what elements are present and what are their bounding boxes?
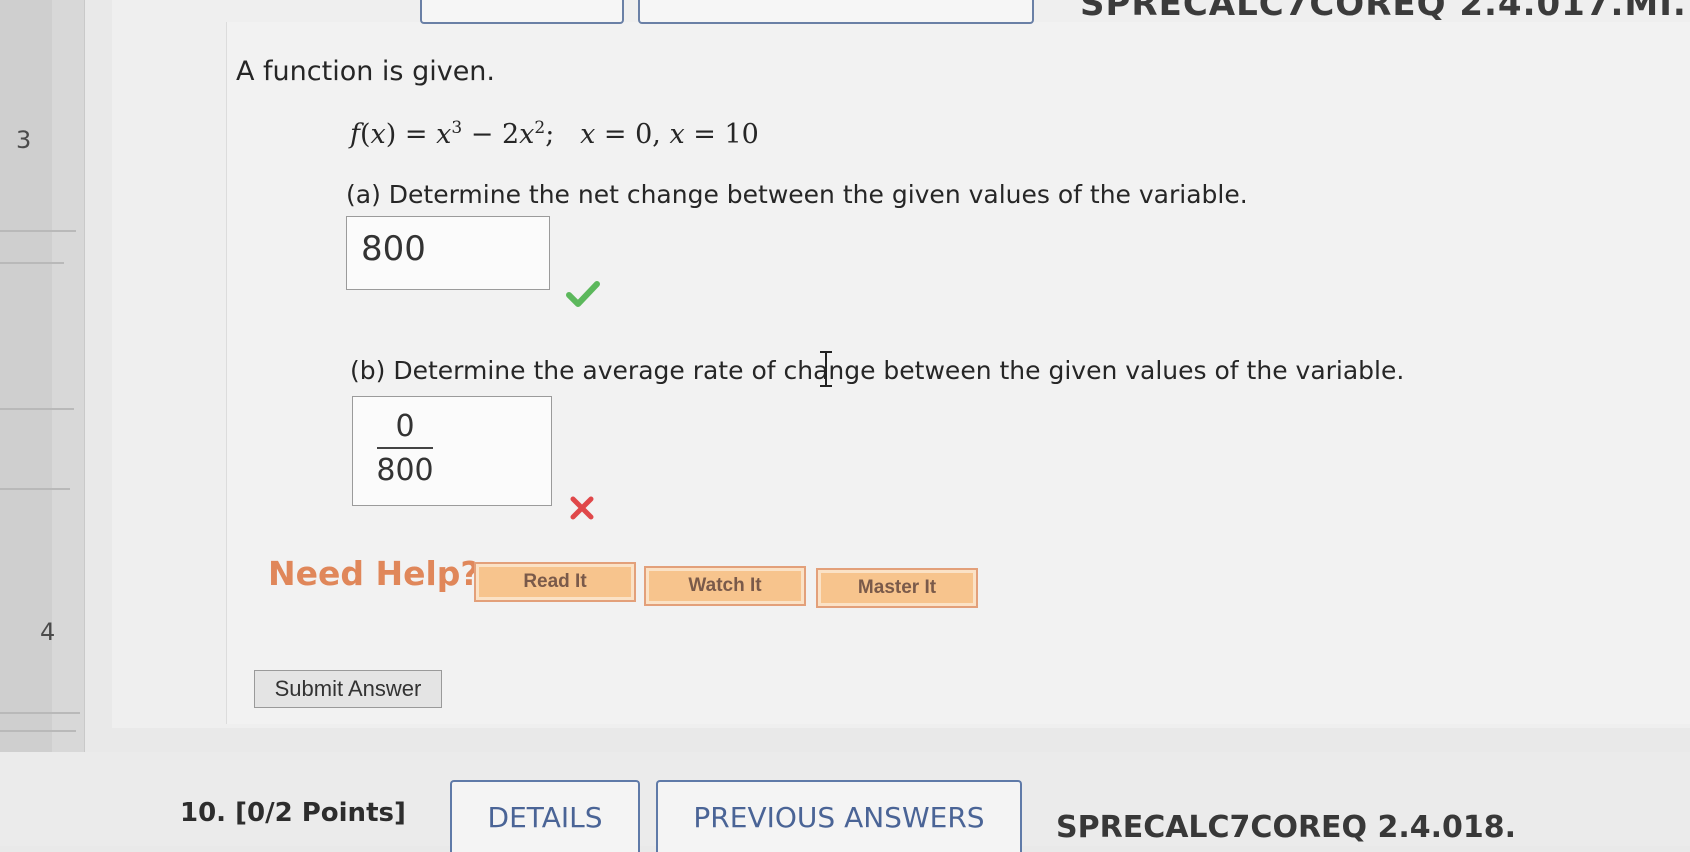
question-code-top: SPRECALC7COREQ 2.4.017.MI.: [1080, 0, 1687, 24]
question-prompt: A function is given.: [236, 56, 496, 87]
read-it-button[interactable]: Read It: [474, 562, 636, 602]
next-question-code: SPRECALC7COREQ 2.4.018.: [1056, 810, 1517, 845]
watch-it-button[interactable]: Watch It: [644, 566, 806, 606]
text-cursor-icon: [820, 351, 832, 387]
function-expression-text: f(x) = x3 − 2x2; x = 0, x = 10: [350, 118, 759, 150]
previous-answers-tab[interactable]: PREVIOUS ANSWERS: [656, 780, 1022, 852]
gutter-divider: [0, 488, 70, 490]
need-help-label: Need Help?: [268, 554, 480, 593]
next-question-points: 10. [0/2 Points]: [180, 798, 406, 828]
details-tab[interactable]: DETAILS: [450, 780, 640, 852]
previous-answers-tab-top[interactable]: [638, 0, 1034, 24]
part-a-answer-value: 800: [361, 229, 426, 269]
part-b-denominator: 800: [376, 453, 434, 488]
gutter-divider: [0, 408, 74, 410]
part-b-answer-field[interactable]: 0 800: [352, 396, 552, 506]
cross-icon: [570, 496, 594, 520]
master-it-button[interactable]: Master It: [816, 568, 978, 608]
part-a-answer-field[interactable]: 800: [346, 216, 550, 290]
function-expression: f(x) = x3 − 2x2; x = 0, x = 10: [350, 118, 759, 150]
prev-question-number: 3: [16, 126, 32, 154]
details-tab-top[interactable]: [420, 0, 624, 24]
part-a-label: (a) Determine the net change between the…: [346, 180, 1248, 209]
part-b-label: (b) Determine the average rate of change…: [350, 356, 1405, 385]
fraction-bar: [377, 447, 433, 449]
gutter-divider: [0, 262, 64, 264]
gutter-divider: [0, 730, 76, 732]
submit-answer-button[interactable]: Submit Answer: [254, 670, 442, 708]
check-icon: [566, 281, 600, 307]
gutter-divider: [0, 712, 80, 714]
gutter-divider: [0, 230, 76, 232]
next-question-number: 4: [40, 618, 56, 646]
part-b-numerator: 0: [395, 409, 415, 444]
